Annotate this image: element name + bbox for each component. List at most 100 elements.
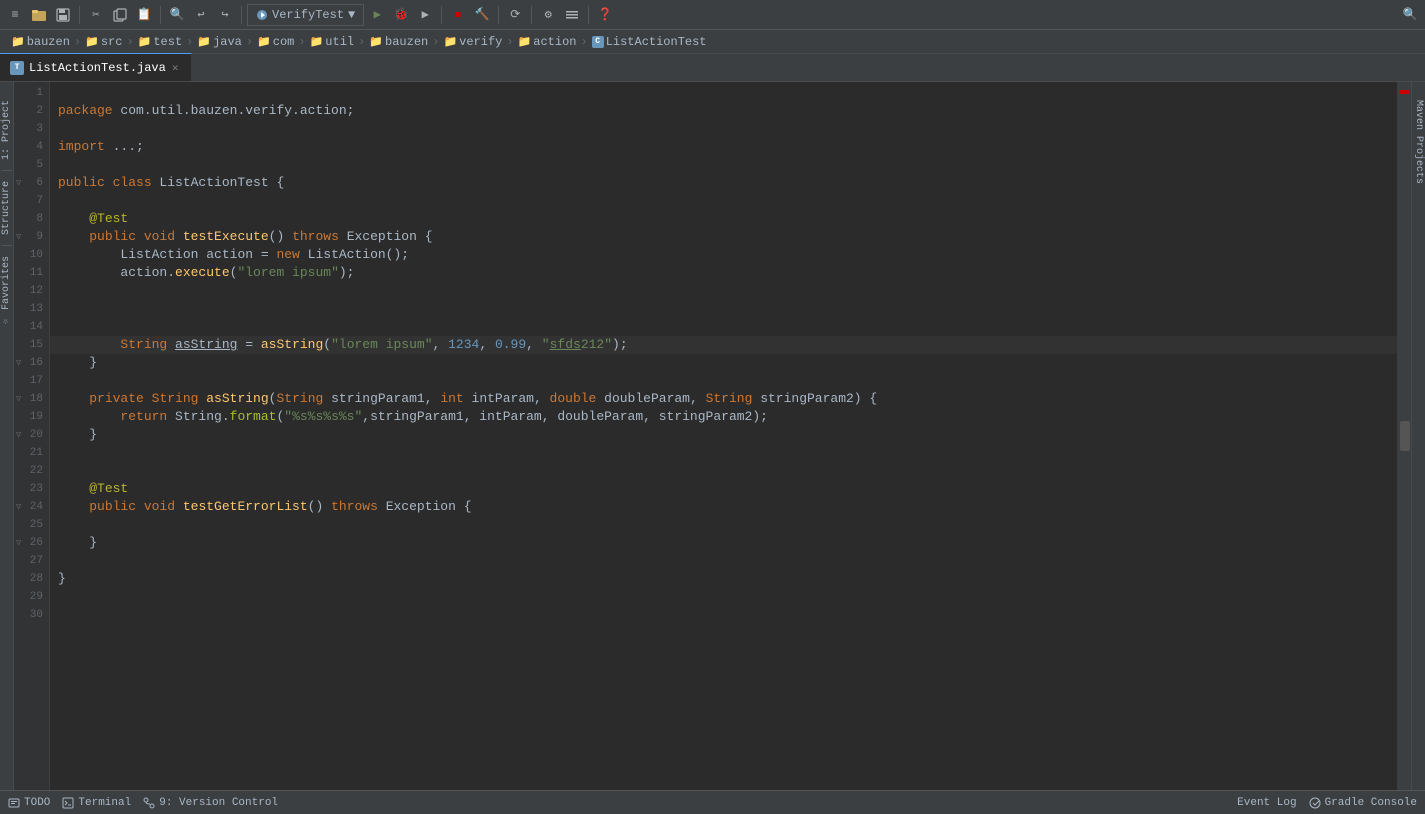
run-config-selector[interactable]: VerifyTest ▼: [247, 4, 364, 26]
scrollbar-thumb[interactable]: [1400, 421, 1410, 451]
breadcrumb-item-com[interactable]: 📁 com: [254, 35, 297, 49]
side-tab-favorites[interactable]: ☆ Favorites: [0, 248, 13, 335]
code-package-name: com.util.bauzen.verify.action;: [120, 102, 354, 120]
gutter-line-30: 30: [14, 606, 49, 624]
status-terminal[interactable]: Terminal: [62, 797, 131, 809]
breadcrumb-label-bauzen2: bauzen: [385, 35, 428, 49]
status-todo[interactable]: TODO: [8, 797, 50, 809]
fold-indicator-26[interactable]: ▽: [16, 538, 21, 548]
status-version-control[interactable]: 9: Version Control: [143, 797, 278, 809]
status-vc-label: 9: Version Control: [159, 797, 278, 809]
line-number-gutter: 1 2 3 4 5 ▽ 6 7 8 ▽ 9 10 11 12 13 14 15 …: [14, 82, 50, 790]
kw-public3: public: [89, 498, 144, 516]
gutter-line-29: 29: [14, 588, 49, 606]
breadcrumb-item-test[interactable]: 📁 test: [135, 35, 186, 49]
gutter-line-18: ▽ 18: [14, 390, 49, 408]
toolbar-icon-menu[interactable]: ≡: [4, 4, 26, 26]
code-line-5: [50, 156, 1397, 174]
code-asstring-open: (: [323, 336, 331, 354]
fold-indicator-9[interactable]: ▽: [16, 232, 21, 242]
side-tab-maven[interactable]: Maven Projects: [1412, 92, 1425, 192]
breadcrumb-sep-4: ›: [298, 35, 305, 49]
code-exception1: Exception {: [347, 228, 433, 246]
kw-void2: void: [144, 498, 183, 516]
toolbar-icon-stop[interactable]: ⏹: [447, 4, 469, 26]
kw-int: int: [440, 390, 471, 408]
side-tab-structure[interactable]: Structure: [0, 173, 13, 243]
breadcrumb-item-action[interactable]: 📁 action: [515, 35, 580, 49]
gutter-line-1: 1: [14, 84, 49, 102]
toolbar-icon-run[interactable]: ▶: [366, 4, 388, 26]
todo-icon: [8, 797, 20, 809]
kw-public: public: [58, 174, 113, 192]
breadcrumb-item-java[interactable]: 📁 java: [194, 35, 245, 49]
breadcrumb-label-src: src: [101, 35, 123, 49]
toolbar-icon-build[interactable]: 🔨: [471, 4, 493, 26]
fold-indicator-6[interactable]: ▽: [16, 178, 21, 188]
tab-listactiontest[interactable]: T ListActionTest.java ✕: [0, 53, 192, 81]
breadcrumb-item-listactiontest[interactable]: C ListActionTest: [589, 35, 710, 49]
toolbar-icon-copy[interactable]: [109, 4, 131, 26]
code-line-25: [50, 516, 1397, 534]
code-listaction-decl: ListAction action =: [120, 246, 276, 264]
toolbar-icon-run-with-coverage[interactable]: ▶: [414, 4, 436, 26]
kw-new1: new: [276, 246, 307, 264]
breadcrumb-item-verify[interactable]: 📁 verify: [440, 35, 505, 49]
toolbar-icon-save[interactable]: [52, 4, 74, 26]
breadcrumb-item-src[interactable]: 📁 src: [82, 35, 125, 49]
breadcrumb-sep-8: ›: [580, 35, 587, 49]
breadcrumb-label-verify: verify: [459, 35, 502, 49]
folder-icon-bauzen: 📁: [11, 35, 25, 49]
toolbar-icon-help[interactable]: ❓: [594, 4, 616, 26]
side-tab-project[interactable]: 1: Project: [0, 92, 13, 168]
code-line-20: }: [50, 426, 1397, 444]
toolbar-icon-redo[interactable]: ↪: [214, 4, 236, 26]
code-line-28: }: [50, 570, 1397, 588]
folder-icon-verify: 📁: [443, 35, 457, 49]
breadcrumb-label-util: util: [325, 35, 354, 49]
code-line-9: public void testExecute() throws Excepti…: [50, 228, 1397, 246]
fold-indicator-24[interactable]: ▽: [16, 502, 21, 512]
toolbar-icon-find[interactable]: 🔍: [166, 4, 188, 26]
toolbar-sep-4: [441, 6, 442, 24]
code-line-12: [50, 282, 1397, 300]
toolbar-icon-paste[interactable]: 📋: [133, 4, 155, 26]
code-asstring-close: );: [612, 336, 628, 354]
status-terminal-label: Terminal: [78, 797, 131, 809]
code-listaction-ctor: ListAction();: [308, 246, 409, 264]
toolbar-icon-undo[interactable]: ↩: [190, 4, 212, 26]
num-099: 0.99: [495, 336, 526, 354]
kw-private: private: [89, 390, 151, 408]
breadcrumb-label-bauzen: bauzen: [27, 35, 70, 49]
toolbar-icon-search-right[interactable]: 🔍: [1399, 4, 1421, 26]
kw-return: return: [120, 408, 175, 426]
toolbar-icon-cut[interactable]: ✂: [85, 4, 107, 26]
code-editor[interactable]: package com.util.bauzen.verify.action; i…: [50, 82, 1397, 790]
toolbar-icon-folder[interactable]: [28, 4, 50, 26]
left-side-panel: 1: Project Structure ☆ Favorites: [0, 82, 14, 790]
breadcrumb-sep-0: ›: [74, 35, 81, 49]
toolbar-icon-debug[interactable]: 🐞: [390, 4, 412, 26]
breadcrumb-item-bauzen[interactable]: 📁 bauzen: [8, 35, 73, 49]
kw-string1: String: [120, 336, 175, 354]
toolbar-icon-update[interactable]: ⟳: [504, 4, 526, 26]
breadcrumb-item-bauzen2[interactable]: 📁 bauzen: [366, 35, 431, 49]
code-line-15: String asString = asString("lorem ipsum"…: [50, 336, 1397, 354]
str-lorem-ipsum2: "lorem ipsum": [331, 336, 432, 354]
gutter-line-7: 7: [14, 192, 49, 210]
kw-string-param1: String: [276, 390, 331, 408]
folder-icon-util: 📁: [310, 35, 324, 49]
status-event-log[interactable]: Event Log: [1237, 797, 1296, 809]
fold-indicator-16[interactable]: ▽: [16, 358, 21, 368]
toolbar-icon-settings[interactable]: ⚙: [537, 4, 559, 26]
fold-indicator-20[interactable]: ▽: [16, 430, 21, 440]
status-gradle-label: Gradle Console: [1325, 797, 1417, 809]
breadcrumb-item-util[interactable]: 📁 util: [307, 35, 358, 49]
method-testExecute: testExecute: [183, 228, 269, 246]
tab-close-button[interactable]: ✕: [171, 60, 180, 76]
folder-icon-test: 📁: [138, 35, 152, 49]
fold-indicator-18[interactable]: ▽: [16, 394, 21, 404]
status-gradle-console[interactable]: Gradle Console: [1309, 797, 1417, 809]
toolbar-icon-more[interactable]: [561, 4, 583, 26]
status-bar: TODO Terminal 9: Version Control Event L…: [0, 790, 1425, 814]
